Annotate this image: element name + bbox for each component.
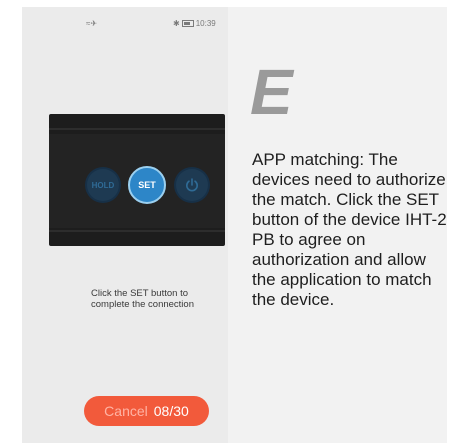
cancel-button[interactable]: Cancel 08/30	[84, 396, 209, 426]
phone-screen: ≈✈ ✱ 10:39 HOLD SET Click the SET button …	[22, 7, 228, 443]
bluetooth-icon: ✱	[173, 19, 180, 28]
power-icon	[176, 169, 208, 201]
clock: 10:39	[195, 19, 216, 28]
step-description: APP matching: The devices need to author…	[252, 150, 447, 309]
wifi-airplane-icons: ≈✈	[86, 19, 98, 28]
device-illustration: HOLD SET	[49, 114, 225, 246]
device-top-band	[49, 128, 225, 130]
device-bottom-band	[49, 230, 225, 232]
hold-button: HOLD	[87, 169, 119, 201]
countdown-counter: 08/30	[153, 403, 189, 419]
cancel-label: Cancel	[104, 403, 148, 419]
step-letter: E	[250, 56, 293, 128]
instruction-text: Click the SET button to complete the con…	[91, 288, 194, 310]
set-button: SET	[128, 166, 166, 204]
status-right: ✱ 10:39	[173, 19, 216, 28]
status-bar: ≈✈ ✱ 10:39	[22, 19, 228, 33]
battery-icon	[181, 20, 194, 28]
